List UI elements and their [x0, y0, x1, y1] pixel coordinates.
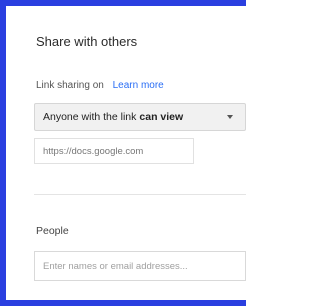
access-prefix: Anyone with the link: [43, 111, 137, 123]
section-divider: [34, 194, 246, 195]
link-sharing-label: Link sharing on: [36, 80, 104, 91]
chevron-down-icon: [227, 115, 233, 119]
link-sharing-row: Link sharing on Learn more: [36, 80, 164, 91]
people-label: People: [36, 225, 69, 237]
share-link-field[interactable]: https://docs.google.com: [34, 138, 194, 164]
people-input[interactable]: Enter names or email addresses...: [34, 251, 246, 281]
link-access-dropdown[interactable]: Anyone with the link can view: [34, 103, 246, 131]
access-level: can view: [139, 111, 184, 123]
share-dialog: Share with others Link sharing on Learn …: [6, 6, 246, 300]
learn-more-link[interactable]: Learn more: [113, 80, 164, 91]
dialog-title: Share with others: [36, 34, 138, 49]
